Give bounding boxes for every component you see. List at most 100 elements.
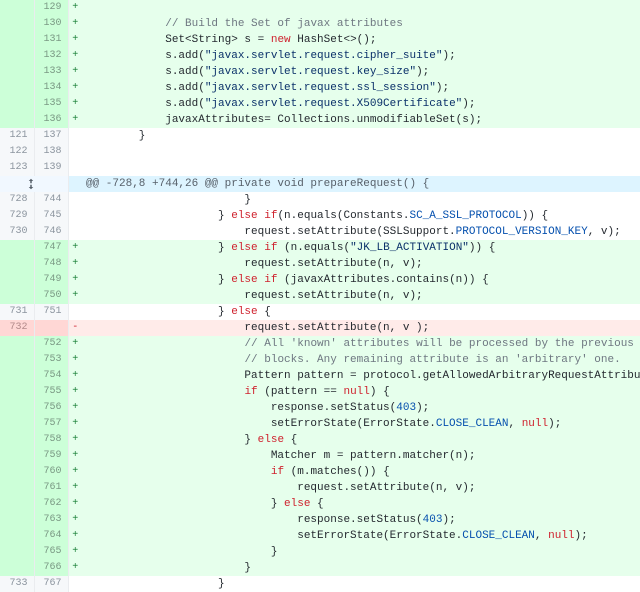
hunk-header: @@ -728,8 +744,26 @@ private void prepar… — [82, 176, 640, 192]
old-line-number[interactable] — [0, 528, 34, 544]
old-line-number[interactable]: 121 — [0, 128, 34, 144]
new-line-number[interactable]: 755 — [34, 384, 68, 400]
old-line-number[interactable]: 729 — [0, 208, 34, 224]
old-line-number[interactable] — [0, 352, 34, 368]
new-line-number[interactable]: 746 — [34, 224, 68, 240]
new-line-number[interactable]: 756 — [34, 400, 68, 416]
diff-marker: + — [68, 416, 82, 432]
code-line: } — [82, 128, 640, 144]
old-line-number[interactable] — [0, 272, 34, 288]
new-line-number[interactable]: 758 — [34, 432, 68, 448]
new-line-number[interactable]: 764 — [34, 528, 68, 544]
new-line-number[interactable]: 138 — [34, 144, 68, 160]
diff-marker: + — [68, 432, 82, 448]
new-line-number[interactable]: 135 — [34, 96, 68, 112]
old-line-number[interactable] — [0, 112, 34, 128]
new-line-number[interactable]: 763 — [34, 512, 68, 528]
expand-hunk-button[interactable] — [0, 176, 68, 192]
code-line: } else { — [82, 496, 640, 512]
new-line-number[interactable]: 129 — [34, 0, 68, 16]
new-line-number[interactable]: 760 — [34, 464, 68, 480]
old-line-number[interactable]: 732 — [0, 320, 34, 336]
diff-marker: + — [68, 384, 82, 400]
diff-marker: + — [68, 352, 82, 368]
old-line-number[interactable] — [0, 416, 34, 432]
diff-marker: + — [68, 512, 82, 528]
old-line-number[interactable] — [0, 432, 34, 448]
new-line-number[interactable]: 134 — [34, 80, 68, 96]
new-line-number[interactable]: 745 — [34, 208, 68, 224]
old-line-number[interactable] — [0, 240, 34, 256]
old-line-number[interactable] — [0, 464, 34, 480]
new-line-number[interactable]: 130 — [34, 16, 68, 32]
old-line-number[interactable]: 123 — [0, 160, 34, 176]
old-line-number[interactable] — [0, 512, 34, 528]
new-line-number[interactable]: 765 — [34, 544, 68, 560]
new-line-number[interactable]: 761 — [34, 480, 68, 496]
old-line-number[interactable] — [0, 288, 34, 304]
diff-marker: + — [68, 48, 82, 64]
code-line: request.setAttribute(n, v ); — [82, 320, 640, 336]
new-line-number[interactable]: 139 — [34, 160, 68, 176]
old-line-number[interactable]: 122 — [0, 144, 34, 160]
new-line-number[interactable]: 137 — [34, 128, 68, 144]
old-line-number[interactable]: 728 — [0, 192, 34, 208]
new-line-number[interactable]: 136 — [34, 112, 68, 128]
old-line-number[interactable] — [0, 368, 34, 384]
new-line-number[interactable]: 133 — [34, 64, 68, 80]
new-line-number[interactable]: 131 — [34, 32, 68, 48]
old-line-number[interactable] — [0, 64, 34, 80]
code-line: response.setStatus(403); — [82, 400, 640, 416]
new-line-number[interactable]: 750 — [34, 288, 68, 304]
new-line-number[interactable]: 749 — [34, 272, 68, 288]
code-line: request.setAttribute(n, v); — [82, 256, 640, 272]
old-line-number[interactable] — [0, 96, 34, 112]
diff-marker: + — [68, 368, 82, 384]
old-line-number[interactable] — [0, 384, 34, 400]
old-line-number[interactable] — [0, 0, 34, 16]
new-line-number[interactable]: 757 — [34, 416, 68, 432]
new-line-number[interactable]: 753 — [34, 352, 68, 368]
code-line: s.add("javax.servlet.request.cipher_suit… — [82, 48, 640, 64]
old-line-number[interactable]: 730 — [0, 224, 34, 240]
old-line-number[interactable] — [0, 32, 34, 48]
code-line: } — [82, 544, 640, 560]
old-line-number[interactable]: 731 — [0, 304, 34, 320]
diff-marker: + — [68, 272, 82, 288]
new-line-number[interactable]: 751 — [34, 304, 68, 320]
new-line-number[interactable] — [34, 320, 68, 336]
old-line-number[interactable] — [0, 80, 34, 96]
old-line-number[interactable] — [0, 16, 34, 32]
old-line-number[interactable] — [0, 480, 34, 496]
code-line: setErrorState(ErrorState.CLOSE_CLEAN, nu… — [82, 416, 640, 432]
diff-marker: + — [68, 32, 82, 48]
code-line: } else { — [82, 432, 640, 448]
code-line: if (m.matches()) { — [82, 464, 640, 480]
diff-marker: + — [68, 448, 82, 464]
old-line-number[interactable] — [0, 448, 34, 464]
old-line-number[interactable] — [0, 544, 34, 560]
diff-marker: - — [68, 320, 82, 336]
new-line-number[interactable]: 754 — [34, 368, 68, 384]
old-line-number[interactable] — [0, 336, 34, 352]
new-line-number[interactable]: 762 — [34, 496, 68, 512]
diff-marker: + — [68, 64, 82, 80]
new-line-number[interactable]: 744 — [34, 192, 68, 208]
new-line-number[interactable]: 759 — [34, 448, 68, 464]
old-line-number[interactable] — [0, 400, 34, 416]
new-line-number[interactable]: 767 — [34, 576, 68, 592]
new-line-number[interactable]: 132 — [34, 48, 68, 64]
old-line-number[interactable] — [0, 48, 34, 64]
old-line-number[interactable] — [0, 256, 34, 272]
diff-marker: + — [68, 480, 82, 496]
new-line-number[interactable]: 752 — [34, 336, 68, 352]
old-line-number[interactable] — [0, 560, 34, 576]
old-line-number[interactable] — [0, 496, 34, 512]
diff-marker — [68, 224, 82, 240]
new-line-number[interactable]: 748 — [34, 256, 68, 272]
new-line-number[interactable]: 766 — [34, 560, 68, 576]
old-line-number[interactable]: 733 — [0, 576, 34, 592]
code-line — [82, 0, 640, 16]
diff-marker: + — [68, 528, 82, 544]
new-line-number[interactable]: 747 — [34, 240, 68, 256]
